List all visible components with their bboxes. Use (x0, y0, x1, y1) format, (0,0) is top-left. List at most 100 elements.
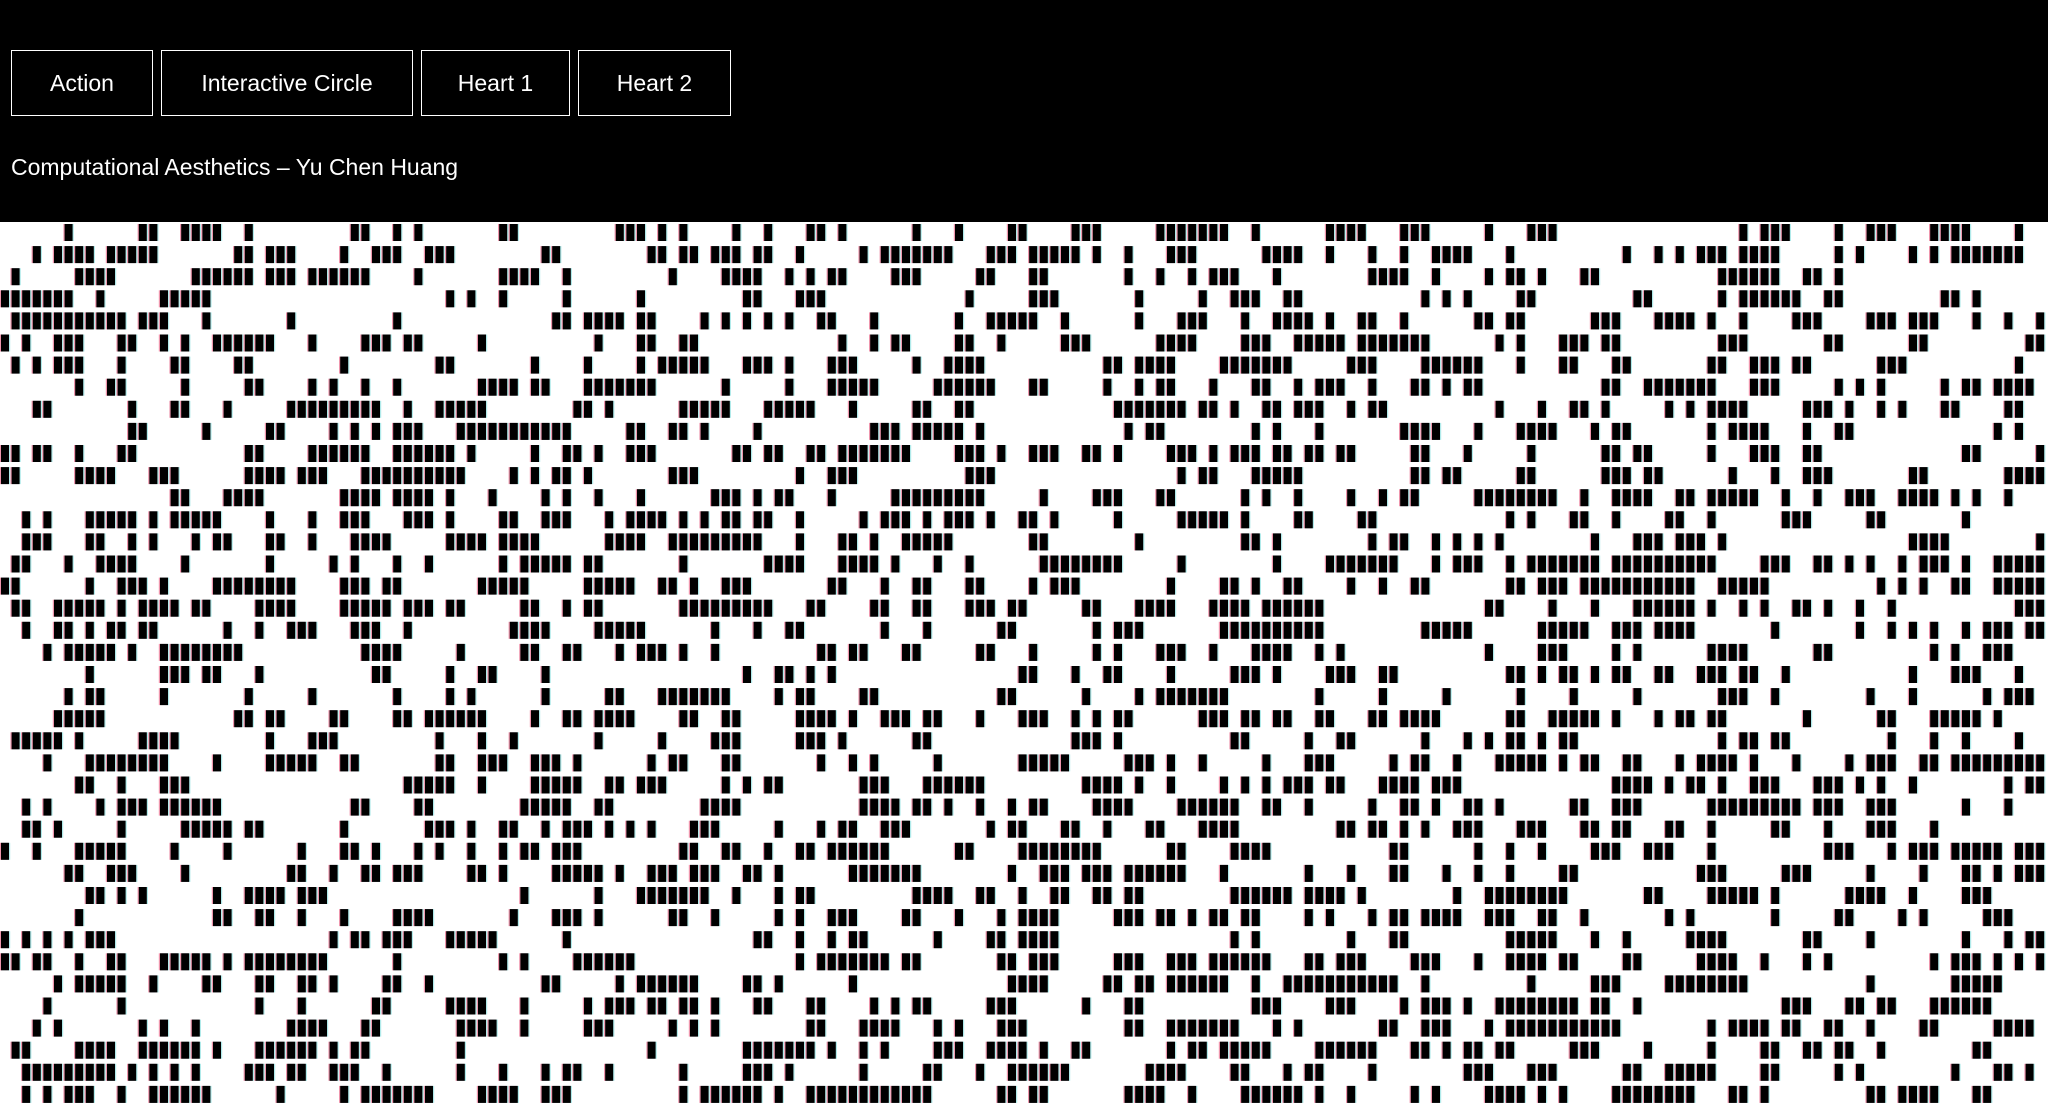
pattern-cell (732, 489, 741, 507)
pattern-cell (96, 467, 105, 485)
pattern-cell (350, 224, 359, 241)
pattern-cell (1856, 246, 1864, 264)
pattern-cell (1824, 555, 1833, 573)
pattern-cell (1177, 643, 1186, 661)
pattern-cell (1845, 400, 1854, 418)
pattern-cell (870, 533, 879, 551)
pattern-cell (1771, 467, 1780, 485)
pattern-cell (1326, 334, 1334, 352)
pattern-cell (1972, 445, 1981, 462)
pattern-cell (880, 621, 889, 639)
pattern-cell (1930, 533, 1939, 551)
pattern-cell (1495, 599, 1504, 617)
pattern-cell (806, 688, 815, 706)
pattern-cell (1803, 445, 1811, 462)
pattern-cell (743, 268, 751, 286)
pattern-cell (1103, 489, 1112, 507)
pattern-cell (902, 533, 910, 551)
pattern-cell (1665, 400, 1674, 418)
pattern-cell (414, 489, 423, 507)
pattern-cell (478, 533, 486, 551)
pattern-cell (1813, 555, 1822, 573)
pattern-cell (1760, 599, 1769, 617)
pattern-cell (976, 467, 985, 485)
generative-pattern-canvas[interactable] (0, 222, 2048, 1108)
pattern-cell (1220, 577, 1228, 595)
pattern-cell (2015, 246, 2023, 264)
pattern-cell (1612, 577, 1621, 595)
pattern-cell (276, 577, 285, 595)
pattern-cell (1241, 489, 1250, 507)
pattern-cell (912, 643, 921, 661)
pattern-cell (1633, 555, 1642, 573)
pattern-cell (107, 511, 115, 529)
pattern-cell (1273, 555, 1281, 573)
pattern-cell (1167, 688, 1175, 706)
pattern-cell (54, 599, 62, 617)
pattern-cell (605, 400, 614, 418)
pattern-cell (1612, 666, 1621, 683)
pattern-cell (2025, 467, 2034, 485)
pattern-cell (626, 511, 635, 529)
pattern-cell (96, 599, 105, 617)
pattern-cell (266, 577, 274, 595)
pattern-cell (1432, 533, 1440, 551)
pattern-cell (191, 643, 200, 661)
pattern-cell (1389, 555, 1398, 573)
pattern-cell (785, 378, 794, 396)
pattern-cell (435, 400, 444, 418)
pattern-cell (509, 224, 518, 241)
pattern-cell (1, 577, 9, 595)
pattern-cell (986, 378, 995, 396)
pattern-cell (605, 312, 614, 330)
pattern-cell (1559, 555, 1568, 573)
pattern-cell (965, 290, 974, 308)
pattern-cell (2004, 489, 2013, 507)
pattern-cell (562, 312, 571, 330)
nav-button-heart-1[interactable]: Heart 1 (421, 50, 570, 116)
pattern-cell (1728, 688, 1737, 706)
pattern-cell (213, 666, 221, 683)
pattern-cell (1654, 577, 1663, 595)
pattern-cell (1771, 224, 1780, 241)
pattern-cell (499, 533, 508, 551)
pattern-cell (117, 312, 126, 330)
pattern-cell (965, 378, 974, 396)
pattern-cell (1198, 312, 1207, 330)
pattern-cell (573, 400, 582, 418)
pattern-cell (1474, 533, 1483, 551)
pattern-cell (859, 688, 868, 706)
pattern-cell (319, 400, 327, 418)
pattern-cell (594, 312, 603, 330)
pattern-cell (1516, 290, 1525, 308)
pattern-cell (1877, 224, 1886, 241)
pattern-cell (170, 511, 179, 529)
pattern-cell (2004, 621, 2013, 639)
pattern-cell (1877, 356, 1886, 374)
art-canvas-area[interactable] (0, 222, 2048, 1108)
pattern-cell (1750, 290, 1758, 308)
pattern-cell (234, 577, 243, 595)
pattern-cell (509, 577, 518, 595)
pattern-cell (1707, 312, 1716, 330)
pattern-cell (1559, 356, 1568, 374)
pattern-cell (107, 467, 115, 485)
pattern-cell (1273, 643, 1281, 661)
pattern-cell (986, 467, 995, 485)
pattern-cell (531, 710, 539, 728)
pattern-cell (1781, 290, 1790, 308)
pattern-cell (753, 268, 762, 286)
pattern-cell (350, 268, 359, 286)
pattern-cell (1707, 511, 1716, 529)
nav-button-interactive-circle[interactable]: Interactive Circle (161, 50, 413, 116)
nav-button-heart-2[interactable]: Heart 2 (578, 50, 731, 116)
nav-button-action[interactable]: Action (11, 50, 153, 116)
pattern-cell (1304, 599, 1313, 617)
pattern-cell (690, 599, 698, 617)
pattern-cell (1760, 224, 1769, 241)
pattern-cell (234, 489, 243, 507)
pattern-cell (796, 555, 804, 573)
pattern-cell (1527, 422, 1536, 440)
pattern-cell (85, 688, 94, 706)
pattern-cell (785, 666, 794, 683)
